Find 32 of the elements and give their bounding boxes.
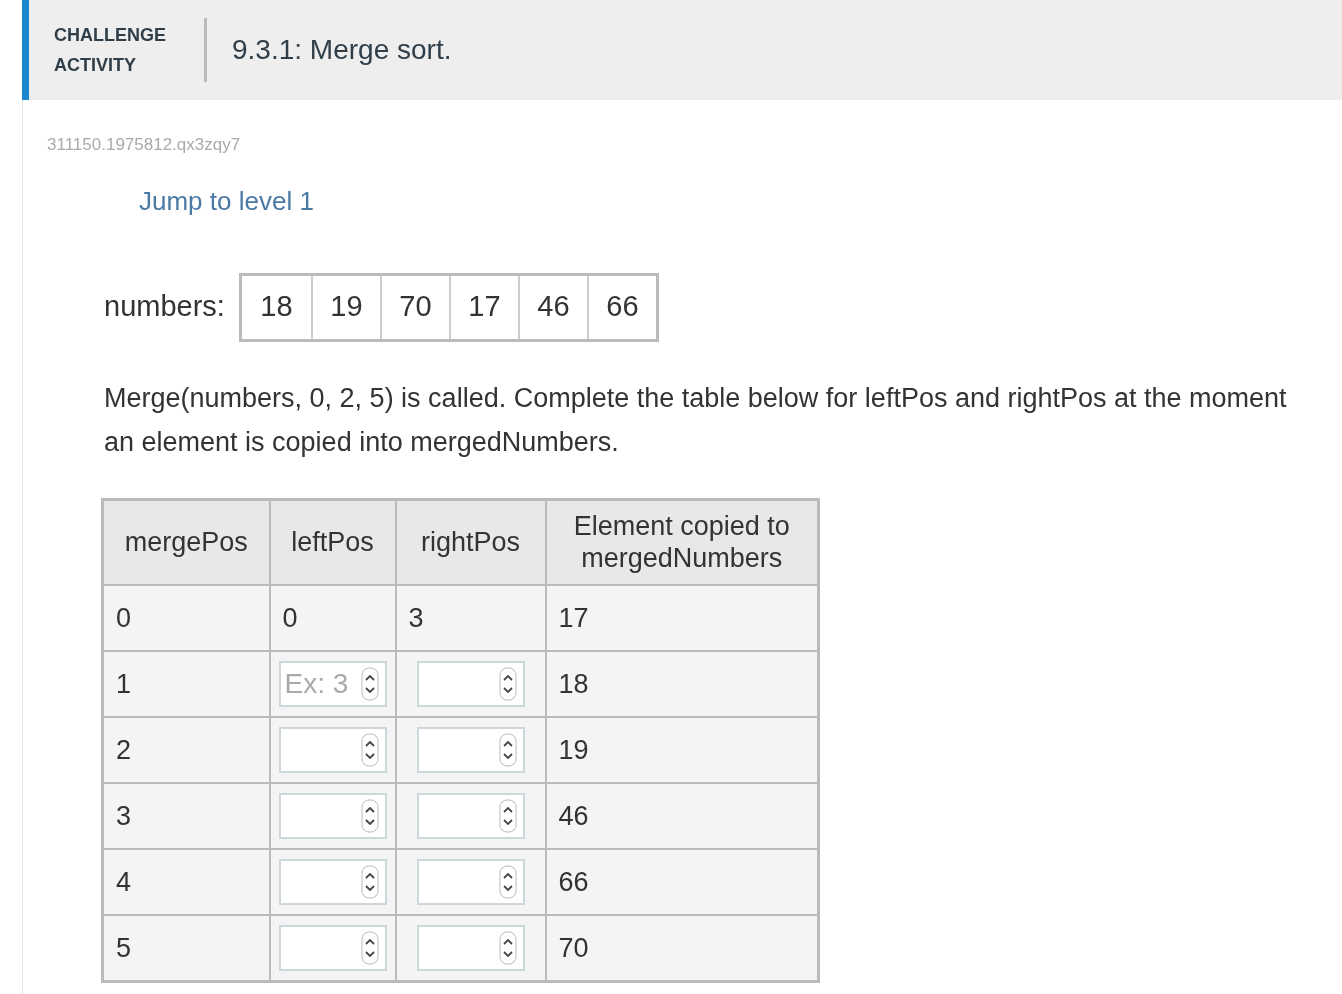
array-label: numbers: [104,289,225,325]
activity-type-label: CHALLENGE ACTIVITY [54,24,167,77]
table-cell: 3 [395,585,546,651]
array-cell: 66 [586,275,656,339]
column-header: rightPos [395,499,546,585]
spinner-icon[interactable] [498,667,517,701]
table-cell: 2 [102,717,270,783]
spinner-icon[interactable] [360,733,379,767]
array-cell-text: 18 [259,289,294,325]
spinner-icon[interactable] [498,733,517,767]
spinner-icon[interactable] [360,865,379,899]
spinner-icon[interactable] [498,799,517,833]
spinner-icon[interactable] [360,930,379,965]
array-cell: 19 [310,275,380,339]
array-cell: 46 [517,275,587,339]
activity-id: 311150.1975812.qx3zqy7 [47,135,241,154]
table-cell: 1 [102,651,270,717]
array-cell: 17 [448,275,518,339]
table-cell: 0 [269,585,396,651]
spinner-icon[interactable] [498,930,517,965]
spinner-icon[interactable] [360,667,379,701]
spinner-icon[interactable] [360,799,379,833]
activity-title: 9.3.1: Merge sort. [232,33,452,67]
table-cell: 3 [102,783,270,849]
column-header: leftPos [269,499,396,585]
jump-link[interactable]: Jump to level 1 [139,185,314,216]
array-cell: 70 [379,275,449,339]
instruction-text: Merge(numbers, 0, 2, 5) is called. Complete the table below for leftPos and rightPos at the moment an element is copied into mergedNumbers. [103,381,1288,459]
table-cell: 4 [102,849,270,915]
column-header: mergePos [102,499,270,585]
table-cell: 0 [102,585,270,651]
spinner-icon[interactable] [498,865,517,899]
